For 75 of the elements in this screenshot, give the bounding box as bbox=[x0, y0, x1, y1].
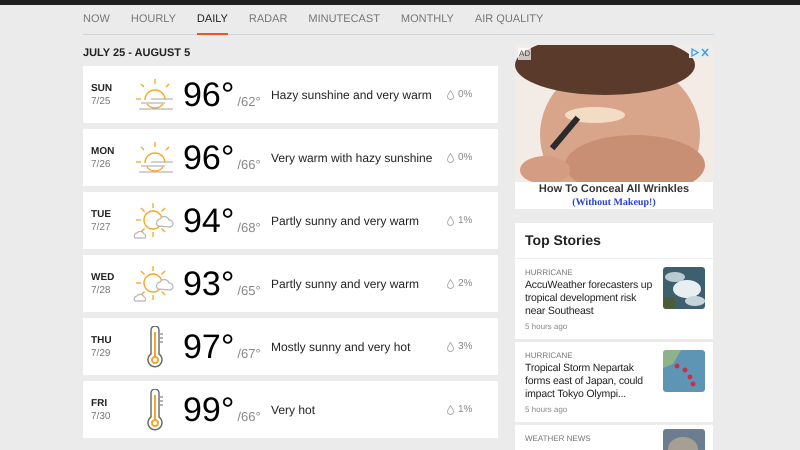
story-card[interactable]: HURRICANE AccuWeather forecasters up tropical development risk near Southeast 5 hours ago bbox=[515, 259, 713, 342]
forecast-card[interactable]: WED 7/28 93°/65° Partly sunny and very warm 2% bbox=[83, 255, 498, 312]
day-date: 7/30 bbox=[91, 410, 112, 422]
precipitation-chance: 2% bbox=[458, 277, 472, 291]
raindrop-icon bbox=[447, 216, 454, 226]
nav-tab[interactable]: NOW bbox=[83, 5, 110, 35]
forecast-phrase: Hazy sunshine and very warm bbox=[271, 86, 433, 104]
low-temperature: /67° bbox=[237, 344, 261, 362]
nav-tab[interactable]: AIR QUALITY bbox=[474, 5, 544, 35]
forecast-card[interactable]: TUE 7/27 94°/68° Partly sunny and very warm 1% bbox=[83, 192, 498, 249]
raindrop-icon bbox=[447, 278, 454, 288]
nav-tab[interactable]: HOURLY bbox=[130, 5, 176, 35]
forecast-card[interactable]: FRI 7/30 99°/66° Very hot 1% bbox=[83, 381, 498, 438]
adchoices-icon[interactable] bbox=[689, 47, 711, 58]
low-temperature: /68° bbox=[237, 218, 261, 236]
high-temperature: 97° bbox=[183, 330, 234, 364]
forecast-phrase: Very warm with hazy sunshine bbox=[271, 150, 434, 166]
story-time: 5 hours ago bbox=[525, 404, 568, 415]
ad-headline[interactable]: How To Conceal All Wrinkles bbox=[515, 183, 713, 196]
high-temperature: 94° bbox=[183, 204, 234, 238]
story-category: HURRICANE bbox=[525, 267, 574, 278]
story-headline[interactable]: Tropical Storm Nepartak forms east of Japan, could impact Tokyo Olympi... bbox=[525, 362, 658, 401]
precipitation-chance: 3% bbox=[458, 340, 472, 354]
thermometer-icon bbox=[146, 388, 164, 430]
high-temperature: 96° bbox=[183, 78, 234, 112]
forecast-phrase: Mostly sunny and very hot bbox=[271, 338, 412, 356]
sun-haze-icon bbox=[135, 78, 175, 112]
day-date: 7/29 bbox=[91, 346, 112, 360]
day-name: THU bbox=[91, 334, 113, 346]
day-name: WED bbox=[91, 270, 116, 284]
forecast-phrase: Partly sunny and very warm bbox=[271, 276, 420, 292]
raindrop-icon bbox=[447, 152, 454, 162]
low-temperature: /62° bbox=[237, 92, 261, 110]
ad-subline[interactable]: (Without Makeup!) bbox=[515, 196, 713, 209]
story-card[interactable]: HURRICANE Tropical Storm Nepartak forms east of Japan, could impact Tokyo Olympi... 5 hours ago bbox=[515, 342, 713, 425]
thermometer-icon bbox=[146, 326, 164, 368]
low-temperature: /65° bbox=[237, 282, 261, 300]
forecast-phrase: Partly sunny and very warm bbox=[271, 212, 420, 230]
ad-badge: AD bbox=[518, 48, 532, 60]
sun-haze-icon bbox=[135, 140, 175, 174]
date-range: JULY 25 - AUGUST 5 bbox=[83, 46, 192, 61]
high-temperature: 96° bbox=[183, 140, 234, 174]
story-category: WEATHER NEWS bbox=[525, 433, 592, 444]
raindrop-icon bbox=[447, 404, 454, 414]
day-name: FRI bbox=[91, 396, 108, 410]
story-category: HURRICANE bbox=[525, 350, 574, 361]
nav-tab[interactable]: MINUTECAST bbox=[308, 5, 380, 35]
day-date: 7/28 bbox=[91, 284, 112, 296]
day-name: MON bbox=[91, 144, 116, 158]
raindrop-icon bbox=[447, 342, 454, 352]
day-name: TUE bbox=[91, 208, 112, 220]
forecast-card[interactable]: SUN 7/25 96°/62° Hazy sunshine and very warm 0% bbox=[83, 66, 498, 123]
nav-tab[interactable]: DAILY bbox=[196, 5, 228, 35]
section-title: Top Stories bbox=[515, 223, 713, 259]
low-temperature: /66° bbox=[237, 156, 261, 174]
low-temperature: /66° bbox=[237, 408, 261, 426]
nav-tab[interactable]: MONTHLY bbox=[400, 5, 454, 35]
high-temperature: 99° bbox=[183, 392, 234, 426]
forecast-card[interactable]: THU 7/29 97°/67° Mostly sunny and very hot 3% bbox=[83, 318, 498, 375]
precipitation-chance: 1% bbox=[458, 403, 472, 417]
precipitation-chance: 0% bbox=[458, 151, 472, 165]
story-headline[interactable]: AccuWeather forecasters up tropical development risk near Southeast bbox=[525, 279, 658, 318]
high-temperature: 93° bbox=[183, 266, 234, 300]
forecast-phrase: Very hot bbox=[271, 402, 316, 418]
nav-tab[interactable]: RADAR bbox=[248, 5, 288, 35]
precipitation-chance: 1% bbox=[458, 214, 472, 228]
day-date: 7/25 bbox=[91, 94, 112, 108]
story-card[interactable]: WEATHER NEWS bbox=[515, 425, 713, 450]
day-date: 7/26 bbox=[91, 158, 112, 170]
precipitation-chance: 0% bbox=[458, 88, 472, 102]
day-name: SUN bbox=[91, 82, 114, 94]
forecast-card[interactable]: MON 7/26 96°/66° Very warm with hazy sunshine 0% bbox=[83, 129, 498, 186]
raindrop-icon bbox=[447, 90, 454, 100]
day-date: 7/27 bbox=[91, 220, 112, 234]
story-time: 5 hours ago bbox=[525, 321, 568, 332]
